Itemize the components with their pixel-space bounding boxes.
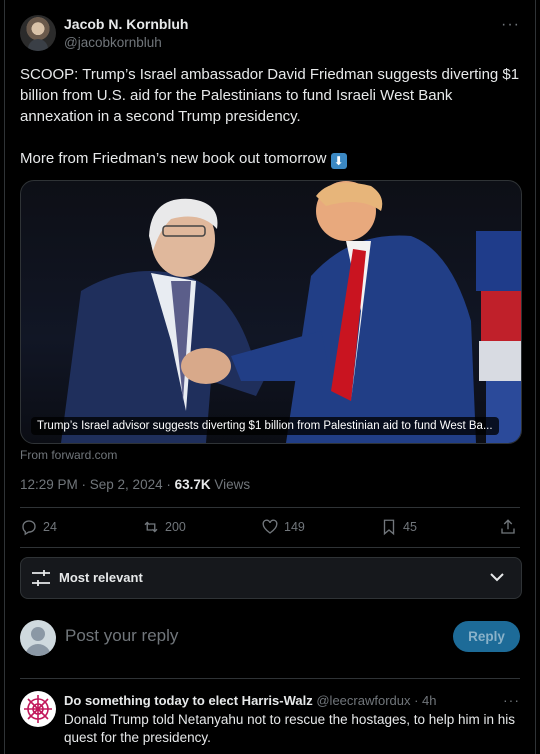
more-options-icon[interactable]: ··· [501,16,520,34]
current-user-avatar [20,620,56,656]
down-arrow-emoji-icon: ⬇ [330,153,347,169]
commenter-name[interactable]: Do something today to elect Harris-Walz [64,693,313,708]
bookmark-action[interactable]: 45 [380,518,417,536]
reply-action[interactable]: 24 [20,518,57,536]
handshake-photo [61,181,521,443]
divider [20,507,520,508]
repost-count: 200 [165,520,186,534]
comment-more-icon[interactable]: ··· [503,692,520,708]
bookmark-icon [383,519,395,536]
filter-icon [32,570,50,586]
ribbon-logo-icon [21,692,55,726]
reply-count: 24 [43,520,57,534]
tweet-text: SCOOP: Trump’s Israel ambassador David F… [20,64,520,169]
divider [20,678,520,679]
author-name[interactable]: Jacob N. Kornbluh [64,16,188,32]
commenter-handle[interactable]: @leecrawfordux [316,693,410,708]
comment-time[interactable]: 4h [422,693,436,708]
like-action[interactable]: 149 [261,518,305,536]
comment-separator: · [410,693,423,708]
heart-icon [262,519,278,534]
commenter-avatar[interactable] [20,691,56,727]
link-source[interactable]: From forward.com [20,448,117,462]
tweet-meta: 12:29 PM · Sep 2, 2024 · 63.7K Views [20,477,250,492]
share-action[interactable] [499,518,517,536]
link-card-image[interactable]: Trump’s Israel advisor suggests divertin… [20,180,522,444]
tweet-paragraph-1: SCOOP: Trump’s Israel ambassador David F… [20,66,520,125]
views-count: 63.7K [174,477,211,492]
author-avatar[interactable] [20,15,56,51]
action-bar: 24 200 149 45 [20,514,520,542]
tweet-paragraph-2: More from Friedman’s new book out tomorr… [20,150,327,167]
views-label: Views [210,477,251,492]
link-card-caption: Trump’s Israel advisor suggests divertin… [31,417,499,435]
divider [20,547,520,548]
share-icon [501,519,515,534]
repost-icon [144,521,158,533]
sort-label: Most relevant [59,570,143,585]
bookmark-count: 45 [403,520,417,534]
chevron-down-icon [490,573,504,582]
reply-input[interactable]: Post your reply [65,626,178,646]
tweet-timestamp[interactable]: 12:29 PM · Sep 2, 2024 · [20,477,175,492]
author-handle[interactable]: @jacobkornbluh [64,35,162,50]
repost-action[interactable]: 200 [142,518,186,536]
comment-header: Do something today to elect Harris-Walz … [64,693,437,708]
comment-text: Donald Trump told Netanyahu not to rescu… [64,712,516,745]
reply-button[interactable]: Reply [453,621,520,652]
reply-sort-dropdown[interactable]: Most relevant [20,557,522,599]
reply-icon [22,520,36,536]
like-count: 149 [284,520,305,534]
